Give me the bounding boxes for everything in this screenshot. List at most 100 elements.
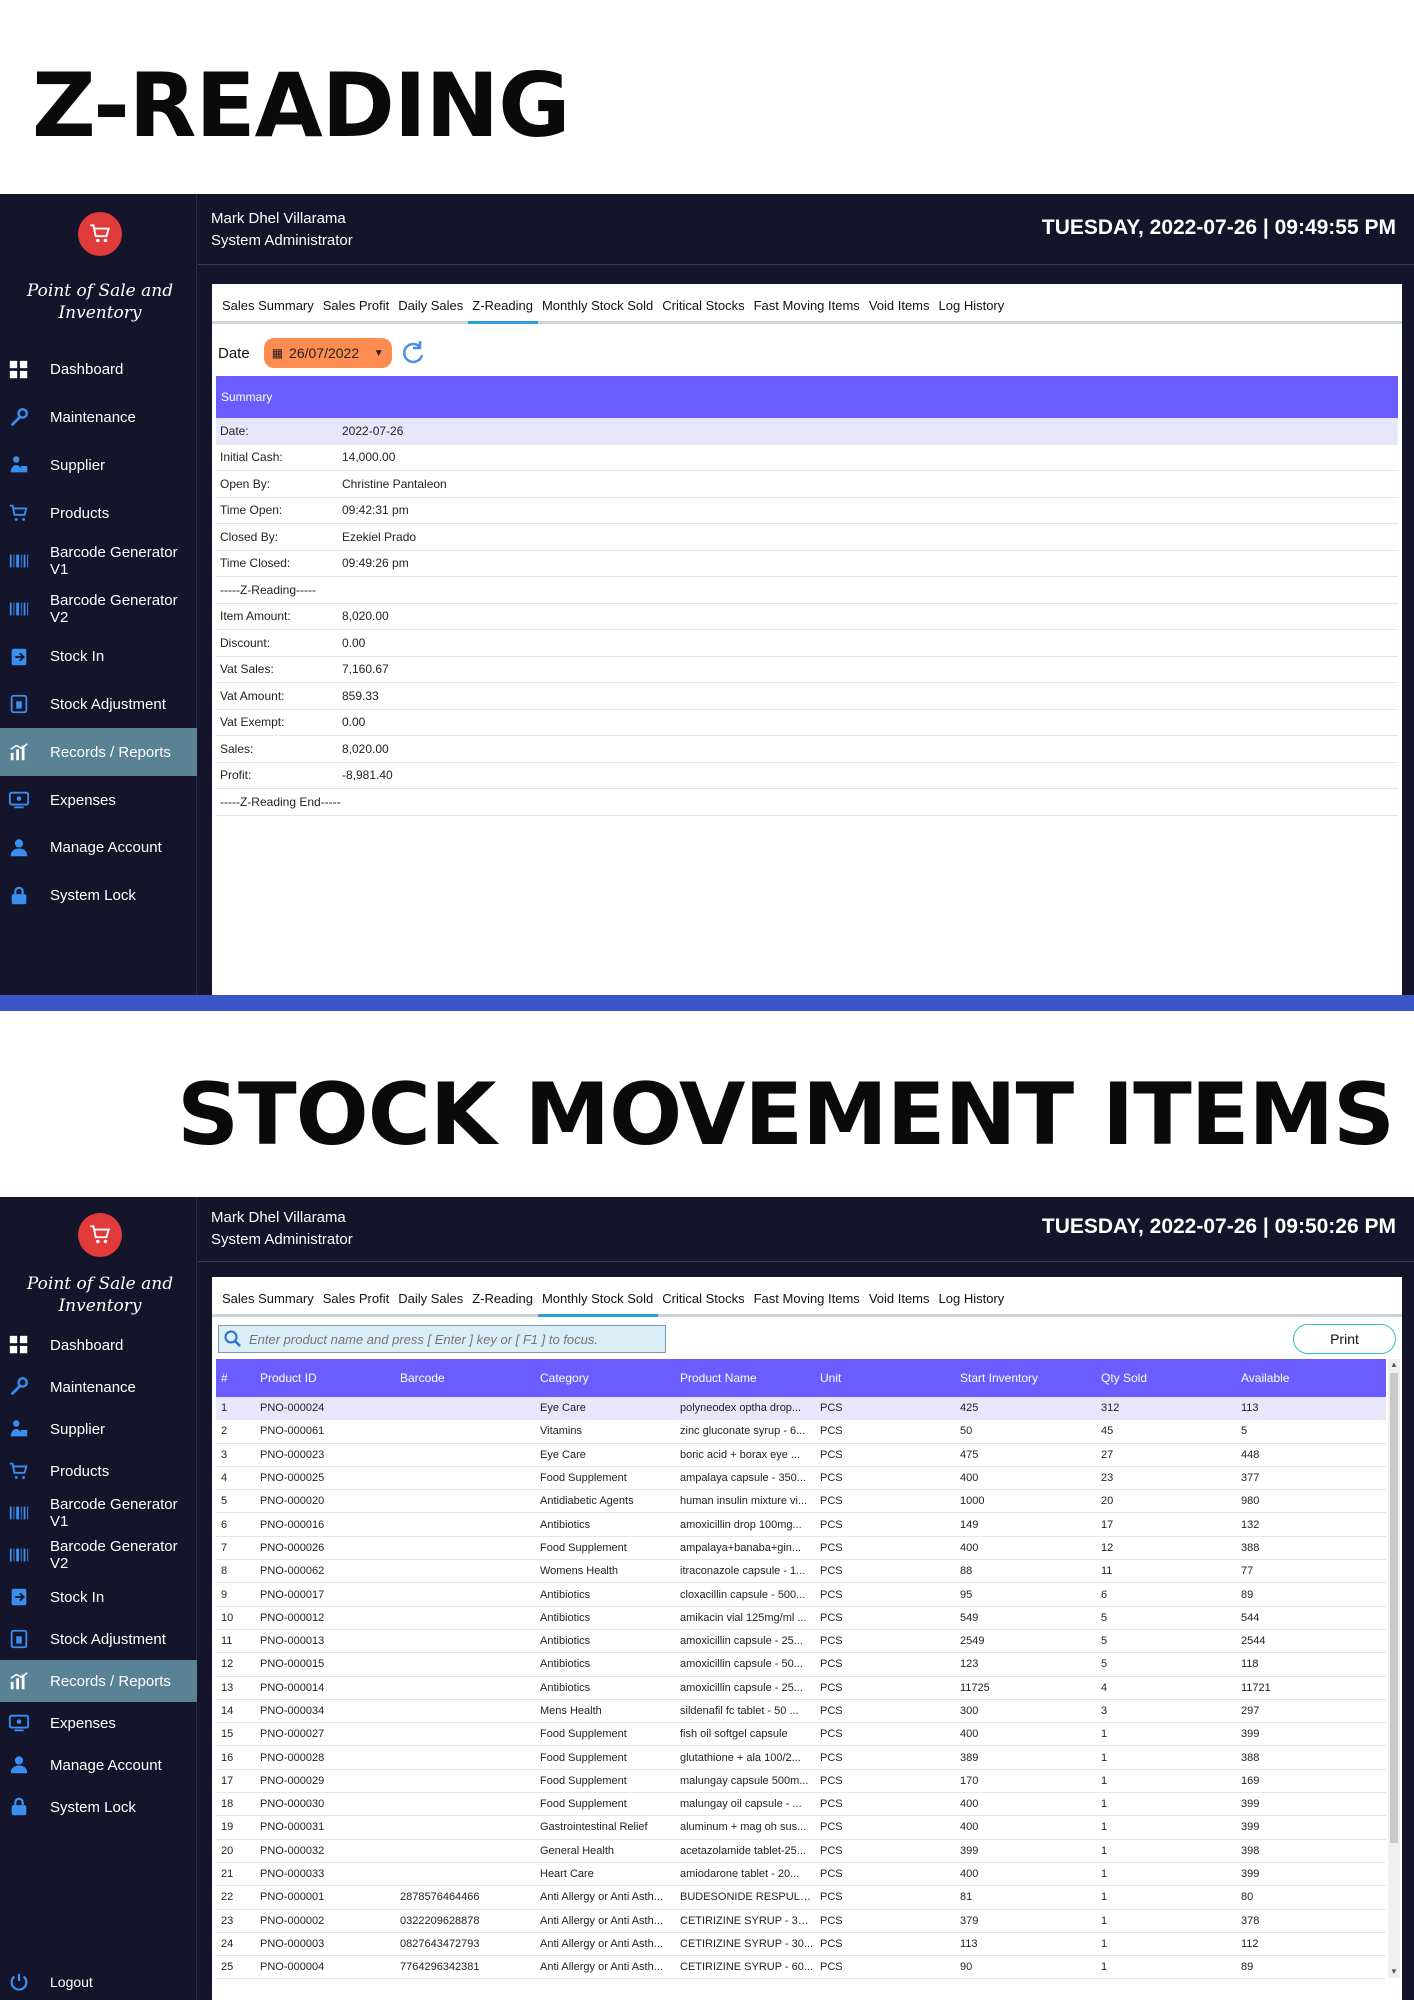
summary-row[interactable]: Item Amount: 8,020.00 xyxy=(216,604,1398,630)
tab-void-items[interactable]: Void Items xyxy=(865,1291,935,1314)
tab-log-history[interactable]: Log History xyxy=(935,1291,1010,1314)
sidebar-item-supplier[interactable]: Supplier xyxy=(0,442,197,490)
sidebar-item-stock-adjustment[interactable]: Stock Adjustment xyxy=(0,681,197,729)
summary-row[interactable]: Vat Exempt: 0.00 xyxy=(216,710,1398,736)
sidebar-item-stock-in[interactable]: Stock In xyxy=(0,1576,197,1618)
summary-row[interactable]: Closed By: Ezekiel Prado xyxy=(216,524,1398,551)
summary-row[interactable]: Profit: -8,981.40 xyxy=(216,763,1398,789)
column-header[interactable]: Product Name xyxy=(680,1371,820,1385)
table-row[interactable]: 9 PNO-000017 Antibiotics cloxacillin capsul… xyxy=(216,1583,1386,1607)
tab-fast-moving-items[interactable]: Fast Moving Items xyxy=(750,1291,865,1314)
tab-sales-profit[interactable]: Sales Profit xyxy=(319,298,394,321)
tab-monthly-stock-sold[interactable]: Monthly Stock Sold xyxy=(537,1291,659,1317)
tab-critical-stocks[interactable]: Critical Stocks xyxy=(658,1291,749,1314)
summary-row[interactable]: Time Open: 09:42:31 pm xyxy=(216,498,1398,524)
table-row[interactable]: 3 PNO-000023 Eye Care boric acid + borax ey… xyxy=(216,1444,1386,1467)
tab-monthly-stock-sold[interactable]: Monthly Stock Sold xyxy=(538,298,658,321)
print-button[interactable]: Print xyxy=(1293,1324,1396,1354)
search-box[interactable] xyxy=(218,1325,666,1353)
column-header[interactable]: Unit xyxy=(820,1371,960,1385)
tab-sales-profit[interactable]: Sales Profit xyxy=(319,1291,394,1314)
sidebar-item-dashboard[interactable]: Dashboard xyxy=(0,1324,197,1366)
scroll-down-icon[interactable]: ▼ xyxy=(1388,1966,1400,1978)
tab-fast-moving-items[interactable]: Fast Moving Items xyxy=(750,298,865,321)
table-row[interactable]: 5 PNO-000020 Antidiabetic Agents human insu… xyxy=(216,1490,1386,1514)
table-row[interactable]: 11 PNO-000013 Antibiotics amoxicillin capsu… xyxy=(216,1630,1386,1654)
date-picker[interactable]: ▦ 26/07/2022 ▼ xyxy=(263,338,392,368)
column-header[interactable]: # xyxy=(216,1371,260,1385)
tab-z-reading[interactable]: Z-Reading xyxy=(468,1291,538,1314)
vertical-scrollbar[interactable]: ▲ ▼ xyxy=(1388,1359,1400,1978)
sidebar-item-records-reports[interactable]: Records / Reports xyxy=(0,728,197,777)
summary-row[interactable]: Vat Amount: 859.33 xyxy=(216,683,1398,710)
tab-sales-summary[interactable]: Sales Summary xyxy=(218,298,319,321)
sidebar-item-expenses[interactable]: Expenses xyxy=(0,1702,197,1744)
column-header[interactable]: Category xyxy=(540,1371,680,1385)
tab-z-reading[interactable]: Z-Reading xyxy=(468,298,538,324)
tab-critical-stocks[interactable]: Critical Stocks xyxy=(658,298,749,321)
sidebar-item-maintenance[interactable]: Maintenance xyxy=(0,394,197,442)
tab-void-items[interactable]: Void Items xyxy=(865,298,935,321)
sidebar-item-system-lock[interactable]: System Lock xyxy=(0,1786,197,1828)
table-row[interactable]: 24 PNO-000003 0827643472793 Anti Allergy or… xyxy=(216,1933,1386,1957)
sidebar-item-products[interactable]: Products xyxy=(0,489,197,537)
table-row[interactable]: 21 PNO-000033 Heart Care amiodarone tablet … xyxy=(216,1863,1386,1887)
table-row[interactable]: 1 PNO-000024 Eye Care polyneodex optha drop… xyxy=(216,1397,1386,1421)
summary-row[interactable]: Discount: 0.00 xyxy=(216,630,1398,657)
summary-row[interactable]: -----Z-Reading End----- xyxy=(216,789,1398,816)
table-row[interactable]: 18 PNO-000030 Food Supplement malungay oil … xyxy=(216,1793,1386,1817)
sidebar-item-stock-in[interactable]: Stock In xyxy=(0,633,197,681)
column-header[interactable]: Qty Sold xyxy=(1101,1371,1241,1385)
summary-row[interactable]: Time Closed: 09:49:26 pm xyxy=(216,551,1398,577)
table-row[interactable]: 7 PNO-000026 Food Supplement ampalaya+banab… xyxy=(216,1537,1386,1561)
scroll-up-icon[interactable]: ▲ xyxy=(1388,1359,1400,1371)
table-row[interactable]: 14 PNO-000034 Mens Health sildenafil fc tab… xyxy=(216,1700,1386,1724)
refresh-icon[interactable] xyxy=(398,338,428,368)
table-row[interactable]: 20 PNO-000032 General Health acetazolamide … xyxy=(216,1840,1386,1863)
table-row[interactable]: 10 PNO-000012 Antibiotics amikacin vial 125… xyxy=(216,1607,1386,1630)
table-row[interactable]: 4 PNO-000025 Food Supplement ampalaya capsu… xyxy=(216,1467,1386,1491)
summary-row[interactable]: Sales: 8,020.00 xyxy=(216,736,1398,763)
column-header[interactable]: Available xyxy=(1241,1371,1381,1385)
sidebar-item-expenses[interactable]: Expenses xyxy=(0,776,197,824)
summary-row[interactable]: Initial Cash: 14,000.00 xyxy=(216,445,1398,471)
tab-log-history[interactable]: Log History xyxy=(935,298,1010,321)
tab-daily-sales[interactable]: Daily Sales xyxy=(394,1291,468,1314)
table-row[interactable]: 6 PNO-000016 Antibiotics amoxicillin drop 1… xyxy=(216,1513,1386,1537)
sidebar-item-manage-account[interactable]: Manage Account xyxy=(0,824,197,872)
sidebar-item-records-reports[interactable]: Records / Reports xyxy=(0,1660,197,1702)
table-row[interactable]: 19 PNO-000031 Gastrointestinal Relief alumi… xyxy=(216,1816,1386,1840)
sidebar-item-system-lock[interactable]: System Lock xyxy=(0,872,197,920)
table-row[interactable]: 2 PNO-000061 Vitamins zinc gluconate syrup … xyxy=(216,1420,1386,1444)
sidebar-item-stock-adjustment[interactable]: Stock Adjustment xyxy=(0,1618,197,1660)
sidebar-item-dashboard[interactable]: Dashboard xyxy=(0,346,197,394)
tab-sales-summary[interactable]: Sales Summary xyxy=(218,1291,319,1314)
scroll-thumb[interactable] xyxy=(1390,1373,1398,1843)
search-input[interactable] xyxy=(249,1331,649,1347)
sidebar-item-products[interactable]: Products xyxy=(0,1450,197,1492)
summary-row[interactable]: -----Z-Reading----- xyxy=(216,577,1398,604)
table-row[interactable]: 16 PNO-000028 Food Supplement glutathione +… xyxy=(216,1746,1386,1770)
column-header[interactable]: Start Inventory xyxy=(960,1371,1101,1385)
table-row[interactable]: 8 PNO-000062 Womens Health itraconazole cap… xyxy=(216,1560,1386,1584)
sidebar-item-supplier[interactable]: Supplier xyxy=(0,1408,197,1450)
table-row[interactable]: 25 PNO-000004 7764296342381 Anti Allergy or… xyxy=(216,1956,1386,1980)
summary-row[interactable]: Date: 2022-07-26 xyxy=(216,418,1398,445)
table-row[interactable]: 15 PNO-000027 Food Supplement fish oil soft… xyxy=(216,1723,1386,1747)
table-row[interactable]: 22 PNO-000001 2878576464466 Anti Allergy or… xyxy=(216,1886,1386,1910)
sidebar-item-barcode-generator-v2[interactable]: Barcode Generator V2 xyxy=(0,1534,197,1576)
column-header[interactable]: Product ID xyxy=(260,1371,400,1385)
column-header[interactable]: Barcode xyxy=(400,1371,540,1385)
table-row[interactable]: 12 PNO-000015 Antibiotics amoxicillin capsu… xyxy=(216,1653,1386,1677)
tab-daily-sales[interactable]: Daily Sales xyxy=(394,298,468,321)
sidebar-item-barcode-generator-v2[interactable]: Barcode Generator V2 xyxy=(0,585,197,633)
table-row[interactable]: 17 PNO-000029 Food Supplement malungay caps… xyxy=(216,1770,1386,1794)
sidebar-item-manage-account[interactable]: Manage Account xyxy=(0,1744,197,1786)
summary-row[interactable]: Open By: Christine Pantaleon xyxy=(216,471,1398,498)
table-row[interactable]: 23 PNO-000002 0322209628878 Anti Allergy or… xyxy=(216,1910,1386,1933)
table-row[interactable]: 13 PNO-000014 Antibiotics amoxicillin capsu… xyxy=(216,1677,1386,1700)
sidebar-item-maintenance[interactable]: Maintenance xyxy=(0,1366,197,1408)
logout-button[interactable]: Logout xyxy=(0,1967,197,1997)
sidebar-item-barcode-generator-v1[interactable]: Barcode Generator V1 xyxy=(0,1492,197,1534)
sidebar-item-barcode-generator-v1[interactable]: Barcode Generator V1 xyxy=(0,537,197,585)
